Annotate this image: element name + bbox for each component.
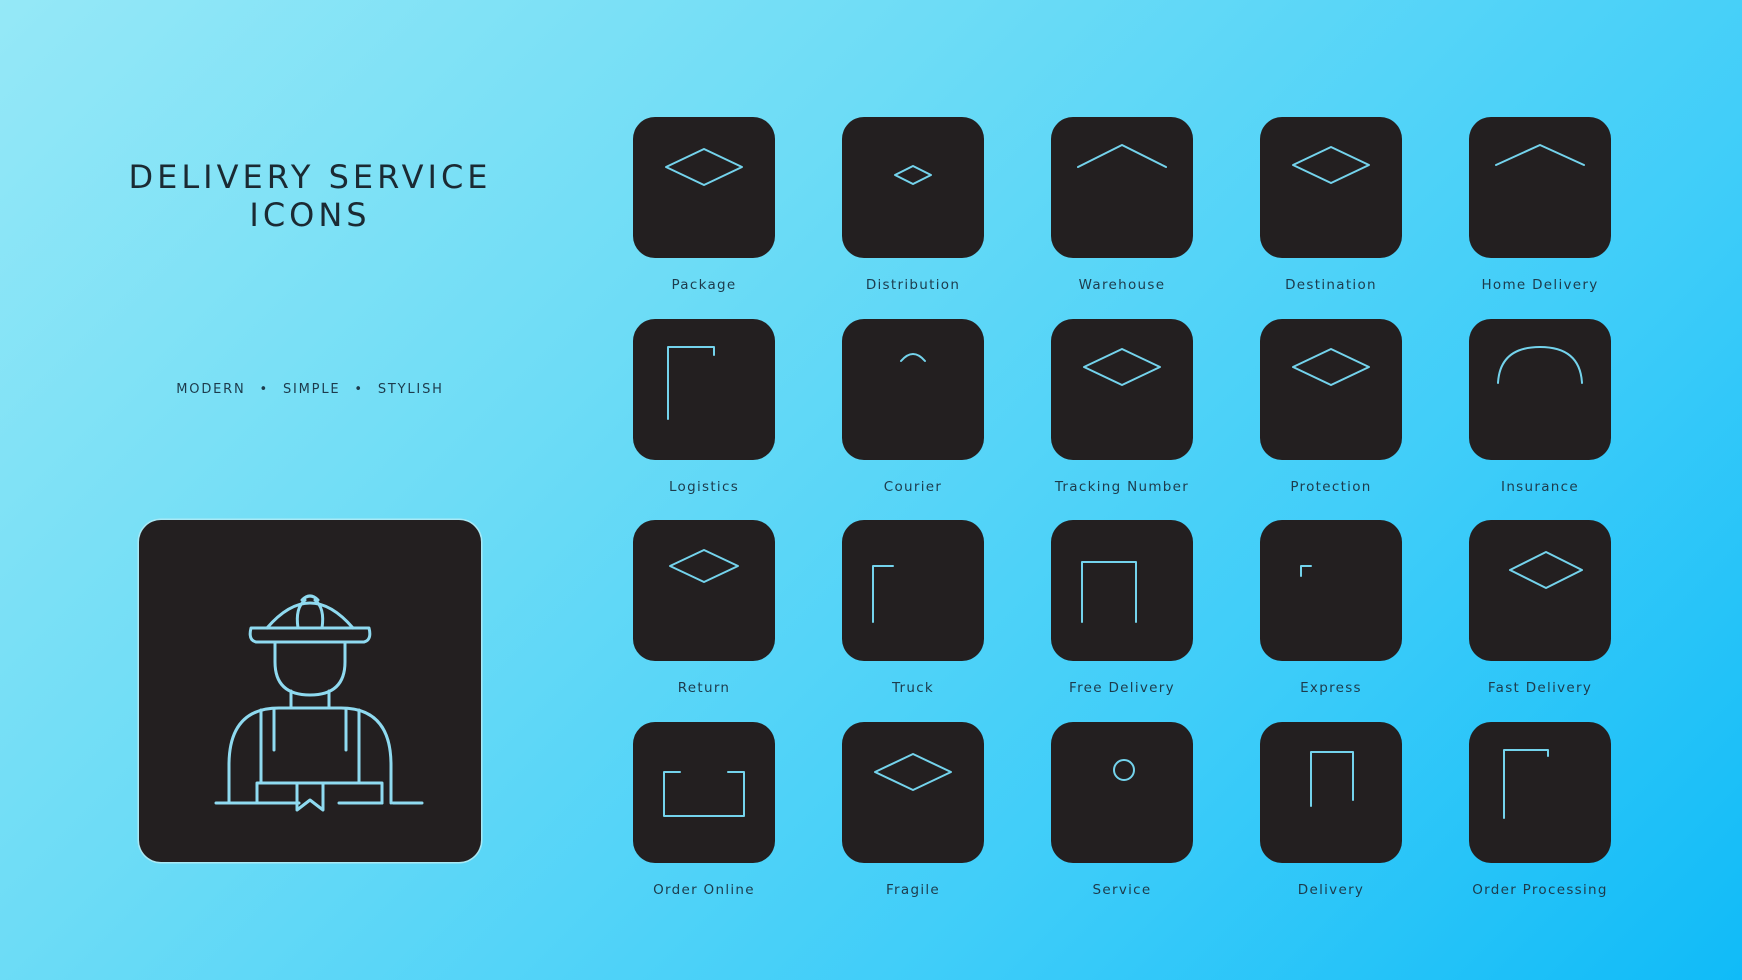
icon-label: Order Processing (1472, 882, 1608, 899)
icon-label: Protection (1290, 478, 1372, 495)
hero-icon-card (139, 520, 481, 862)
protection-icon (1292, 347, 1370, 386)
fragile-icon (874, 753, 952, 792)
icon-tile (1260, 117, 1402, 258)
insurance-icon (1497, 345, 1583, 384)
tagline: MODERN • SIMPLE • STYLISH (100, 382, 520, 397)
icon-tile (633, 520, 775, 662)
return-icon (669, 549, 739, 584)
icon-label: Tracking Number (1054, 478, 1190, 495)
icon-tile (842, 520, 984, 662)
warehouse-icon (1077, 144, 1167, 168)
icon-tile (633, 722, 775, 864)
delivery-icon (1310, 751, 1354, 808)
icon-tile (1051, 520, 1193, 662)
icon-label: Fast Delivery (1487, 680, 1593, 697)
tracking-number-icon (1083, 347, 1161, 386)
icon-label: Courier (883, 478, 943, 495)
title-line-1: DELIVERY SERVICE (128, 158, 492, 196)
home-delivery-icon (1495, 144, 1585, 166)
icon-tile (1051, 722, 1193, 864)
icon-tile (1469, 117, 1611, 258)
logistics-icon (667, 345, 715, 420)
icon-label: Express (1300, 680, 1362, 697)
icon-label: Service (1092, 882, 1152, 899)
icon-label: Truck (891, 680, 935, 697)
package-icon (665, 148, 743, 186)
icon-tile (1469, 318, 1611, 460)
icon-label: Return (677, 680, 731, 697)
tagline-word: MODERN (176, 382, 246, 397)
tagline-word: SIMPLE (282, 382, 341, 397)
courier-icon (214, 594, 424, 812)
icon-label: Warehouse (1078, 277, 1166, 293)
icon-label: Delivery (1297, 882, 1365, 899)
icon-label: Fragile (885, 882, 941, 899)
free-delivery-icon (1081, 561, 1137, 624)
icon-tile (1051, 318, 1193, 460)
icon-tile (1260, 722, 1402, 864)
destination-icon (1292, 146, 1370, 184)
icon-tile (633, 318, 775, 460)
icon-tile (1260, 318, 1402, 460)
icon-label: Order Online (653, 882, 755, 899)
icon-tile (842, 117, 984, 258)
page-title: DELIVERY SERVICE ICONS (100, 158, 520, 234)
icon-tile (1469, 722, 1611, 864)
icon-label: Package (671, 277, 737, 293)
service-icon (1113, 759, 1135, 782)
separator-dot: • (259, 382, 269, 397)
icon-label: Logistics (668, 478, 740, 495)
icon-tile (1469, 520, 1611, 662)
icon-label: Insurance (1501, 478, 1579, 495)
separator-dot: • (354, 382, 364, 397)
icon-tile (633, 117, 775, 258)
order-online-icon (663, 771, 745, 818)
courier-icon (900, 352, 926, 362)
express-icon (1300, 565, 1312, 578)
icon-label: Destination (1285, 277, 1377, 293)
icon-label: Distribution (865, 277, 961, 293)
icon-tile (842, 722, 984, 864)
icon-tile (1051, 117, 1193, 258)
icon-tile (842, 318, 984, 460)
icon-tile (1260, 520, 1402, 662)
title-line-2: ICONS (249, 196, 371, 234)
order-processing-icon (1503, 749, 1549, 820)
tagline-word: STYLISH (377, 382, 444, 397)
icon-label: Home Delivery (1481, 277, 1599, 293)
truck-icon (872, 565, 894, 624)
fast-delivery-icon (1509, 551, 1583, 590)
icon-label: Free Delivery (1069, 680, 1175, 697)
distribution-icon (894, 165, 932, 185)
